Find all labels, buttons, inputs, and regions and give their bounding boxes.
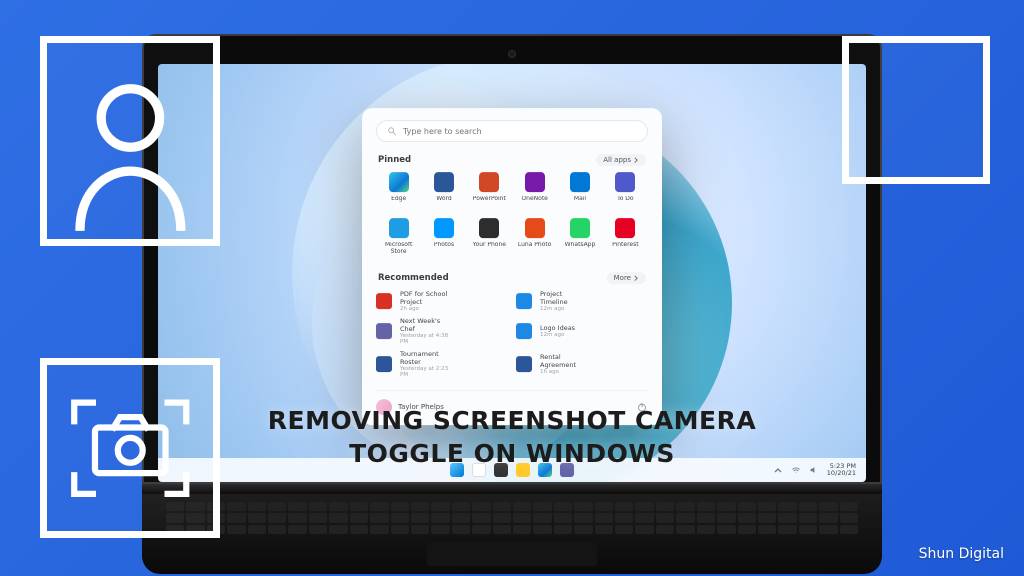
- pinned-app[interactable]: Word: [421, 172, 466, 214]
- app-label: To Do: [617, 196, 634, 203]
- rec-icon: [516, 293, 532, 309]
- app-icon: [570, 172, 590, 192]
- recommended-item[interactable]: Logo Ideas 12m ago: [516, 317, 648, 345]
- pinned-heading: Pinned: [378, 155, 411, 165]
- pinned-apps-grid: Edge Word PowerPoint OneNote Mail To Do …: [376, 172, 648, 260]
- pinned-app[interactable]: To Do: [603, 172, 648, 214]
- search-input[interactable]: [403, 127, 637, 136]
- laptop-frame: Pinned All apps Edge Word PowerPoint One…: [142, 34, 882, 574]
- app-label: Your Phone: [473, 242, 506, 249]
- webcam-dot: [508, 50, 516, 58]
- rec-sub: 1h ago: [540, 369, 591, 375]
- rec-icon: [516, 356, 532, 372]
- recommended-item[interactable]: Next Week's Chef Yesterday at 4:38 PM: [376, 317, 508, 345]
- pinned-app[interactable]: OneNote: [512, 172, 557, 214]
- pinned-app[interactable]: WhatsApp: [557, 218, 602, 260]
- rec-title: PDF for School Project: [400, 290, 451, 306]
- pinned-app[interactable]: PowerPoint: [467, 172, 512, 214]
- pinned-app[interactable]: Your Phone: [467, 218, 512, 260]
- pinned-app[interactable]: Microsoft Store: [376, 218, 421, 260]
- recommended-heading: Recommended: [378, 273, 449, 283]
- app-label: PowerPoint: [473, 196, 506, 203]
- app-icon: [525, 172, 545, 192]
- square-overlay-icon: [842, 36, 990, 184]
- rec-title: Rental Agreement: [540, 353, 591, 369]
- profile-overlay-icon: [40, 36, 220, 246]
- app-label: WhatsApp: [565, 242, 596, 249]
- rec-sub: Yesterday at 4:38 PM: [400, 333, 451, 345]
- start-menu: Pinned All apps Edge Word PowerPoint One…: [362, 108, 662, 425]
- laptop-deck: [142, 494, 882, 574]
- recommended-item[interactable]: Project Timeline 12m ago: [516, 290, 648, 312]
- keyboard: [166, 502, 858, 534]
- app-label: OneNote: [521, 196, 547, 203]
- rec-title: Logo Ideas: [540, 324, 591, 332]
- rec-icon: [516, 323, 532, 339]
- brand-label: Shun Digital: [919, 546, 1004, 562]
- pinned-app[interactable]: Luna Photo: [512, 218, 557, 260]
- recommended-item[interactable]: PDF for School Project 2h ago: [376, 290, 508, 312]
- app-label: Pinterest: [612, 242, 639, 249]
- all-apps-label: All apps: [603, 156, 631, 164]
- more-button[interactable]: More: [607, 272, 646, 284]
- laptop-hinge: [142, 484, 882, 494]
- app-icon: [434, 172, 454, 192]
- app-icon: [389, 218, 409, 238]
- app-label: Luna Photo: [518, 242, 552, 249]
- pinned-app[interactable]: Edge: [376, 172, 421, 214]
- trackpad: [427, 542, 597, 566]
- rec-icon: [376, 356, 392, 372]
- chevron-right-icon: [633, 157, 639, 163]
- recommended-item[interactable]: Tournament Roster Yesterday at 2:23 PM: [376, 350, 508, 378]
- pinned-app[interactable]: Photos: [421, 218, 466, 260]
- rec-title: Next Week's Chef: [400, 317, 451, 333]
- rec-sub: 2h ago: [400, 306, 451, 312]
- app-icon: [434, 218, 454, 238]
- rec-title: Tournament Roster: [400, 350, 451, 366]
- recommended-list: PDF for School Project 2h ago Project Ti…: [376, 290, 648, 378]
- rec-sub: 12m ago: [540, 332, 591, 338]
- rec-title: Project Timeline: [540, 290, 591, 306]
- app-icon: [615, 172, 635, 192]
- app-label: Mail: [574, 196, 586, 203]
- app-icon: [615, 218, 635, 238]
- rec-icon: [376, 293, 392, 309]
- app-label: Photos: [434, 242, 454, 249]
- headline: REMOVING SCREENSHOT CAMERA TOGGLE ON WIN…: [0, 404, 1024, 472]
- pinned-app[interactable]: Mail: [557, 172, 602, 214]
- rec-sub: 12m ago: [540, 306, 591, 312]
- app-icon: [479, 172, 499, 192]
- more-label: More: [614, 274, 631, 282]
- recommended-item[interactable]: Rental Agreement 1h ago: [516, 350, 648, 378]
- app-label: Microsoft Store: [379, 242, 419, 256]
- headline-line2: TOGGLE ON WINDOWS: [0, 437, 1024, 471]
- app-label: Word: [436, 196, 451, 203]
- app-icon: [479, 218, 499, 238]
- app-icon: [570, 218, 590, 238]
- chevron-right-icon: [633, 275, 639, 281]
- rec-sub: Yesterday at 2:23 PM: [400, 366, 451, 378]
- search-icon: [387, 126, 397, 136]
- app-icon: [389, 172, 409, 192]
- headline-line1: REMOVING SCREENSHOT CAMERA: [0, 404, 1024, 438]
- pinned-app[interactable]: Pinterest: [603, 218, 648, 260]
- clock-date: 10/20/21: [827, 470, 856, 477]
- all-apps-button[interactable]: All apps: [596, 154, 646, 166]
- rec-icon: [376, 323, 392, 339]
- search-box[interactable]: [376, 120, 648, 142]
- app-icon: [525, 218, 545, 238]
- app-label: Edge: [391, 196, 406, 203]
